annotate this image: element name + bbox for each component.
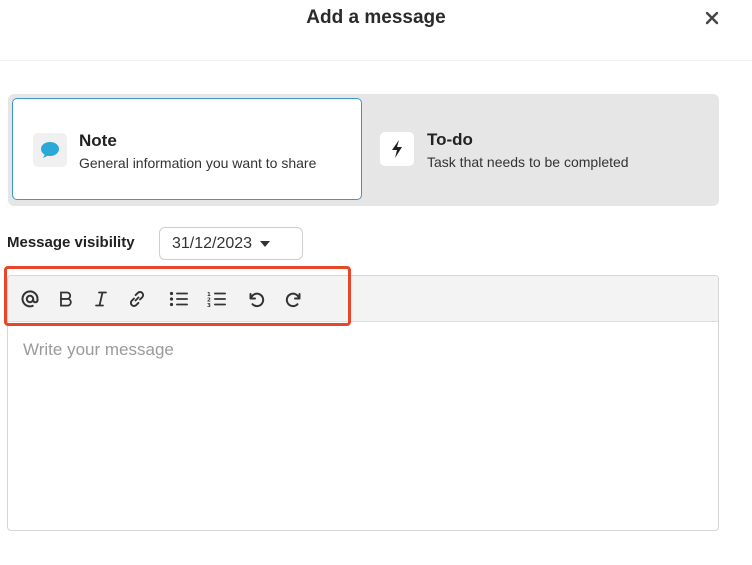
visibility-date-dropdown[interactable]: 31/12/2023 (159, 227, 303, 260)
close-icon (705, 11, 719, 25)
dialog-title: Add a message (306, 7, 446, 28)
message-type-selector: Note General information you want to sha… (8, 94, 719, 206)
caret-down-icon (260, 240, 271, 247)
type-todo-title: To-do (427, 130, 473, 149)
type-note-option[interactable]: Note General information you want to sha… (12, 98, 362, 200)
type-todo-option[interactable]: To-do Task that needs to be completed (364, 98, 714, 200)
message-input[interactable]: Write your message (23, 340, 174, 360)
visibility-date-value: 31/12/2023 (172, 234, 253, 252)
dialog-header: Add a message (0, 0, 752, 61)
lightning-bolt-icon (380, 132, 414, 166)
toolbar-highlight-box (4, 266, 351, 326)
close-button[interactable] (700, 6, 724, 30)
speech-bubble-icon (33, 133, 67, 167)
visibility-label: Message visibility (7, 234, 135, 251)
type-note-description: General information you want to share (79, 155, 317, 171)
type-note-title: Note (79, 131, 117, 150)
type-todo-description: Task that needs to be completed (427, 154, 629, 170)
